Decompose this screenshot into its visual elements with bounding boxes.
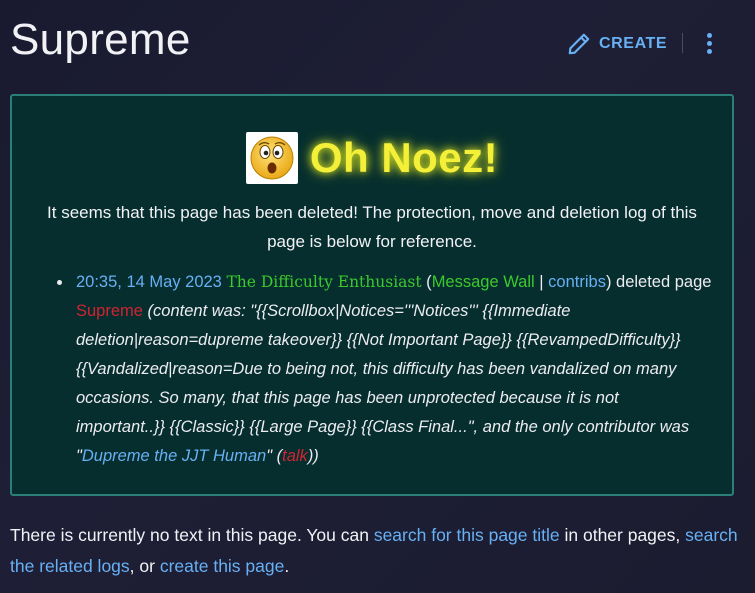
contribs-link[interactable]: contribs: [548, 273, 606, 291]
log-timestamp-link[interactable]: 20:35, 14 May 2023: [76, 273, 222, 291]
create-button[interactable]: CREATE: [566, 30, 667, 58]
surprised-face-emoji: [245, 132, 298, 184]
notice-heading: Oh Noez!: [12, 132, 732, 184]
separator: |: [534, 273, 549, 291]
talk-link[interactable]: talk: [282, 447, 308, 465]
search-title-link[interactable]: search for this page title: [374, 525, 560, 545]
deleted-page-notice: Oh Noez! It seems that this page has bee…: [10, 94, 734, 496]
notice-title: Oh Noez!: [309, 134, 499, 181]
create-page-link[interactable]: create this page: [160, 556, 285, 576]
contributor-link[interactable]: Dupreme the JJT Human: [82, 447, 266, 465]
notice-description: It seems that this page has been deleted…: [47, 203, 697, 251]
content-prefix: (content was: ": [142, 302, 257, 320]
footer-text-2: in other pages,: [559, 525, 686, 545]
bullet-icon: [57, 280, 62, 285]
pencil-icon: [566, 31, 592, 57]
deleted-content: {{Scrollbox|Notices='''Notices''' {{Imme…: [76, 302, 681, 436]
log-entry: 20:35, 14 May 2023 The Difficulty Enthus…: [52, 268, 712, 471]
message-wall-link[interactable]: Message Wall: [432, 273, 535, 291]
empty-page-message: There is currently no text in this page.…: [10, 520, 740, 582]
contributor-suffix: " (: [266, 447, 283, 465]
footer-text-4: .: [284, 556, 290, 576]
deleted-page-link[interactable]: Supreme: [76, 302, 143, 320]
more-vertical-icon[interactable]: [699, 30, 721, 58]
log-end: )): [307, 447, 319, 465]
create-label: CREATE: [599, 35, 668, 52]
paren-open: (: [421, 273, 432, 291]
deleted-text: ) deleted page: [605, 273, 712, 291]
footer-text-3: , or: [129, 556, 160, 576]
header-divider: [682, 33, 683, 53]
page-header: Supreme CREATE: [0, 0, 755, 86]
footer-text-1: There is currently no text in this page.…: [10, 525, 374, 545]
page-title: Supreme: [10, 15, 191, 64]
deletion-log: 20:35, 14 May 2023 The Difficulty Enthus…: [52, 268, 712, 471]
user-link[interactable]: The Difficulty Enthusiast: [226, 273, 421, 291]
